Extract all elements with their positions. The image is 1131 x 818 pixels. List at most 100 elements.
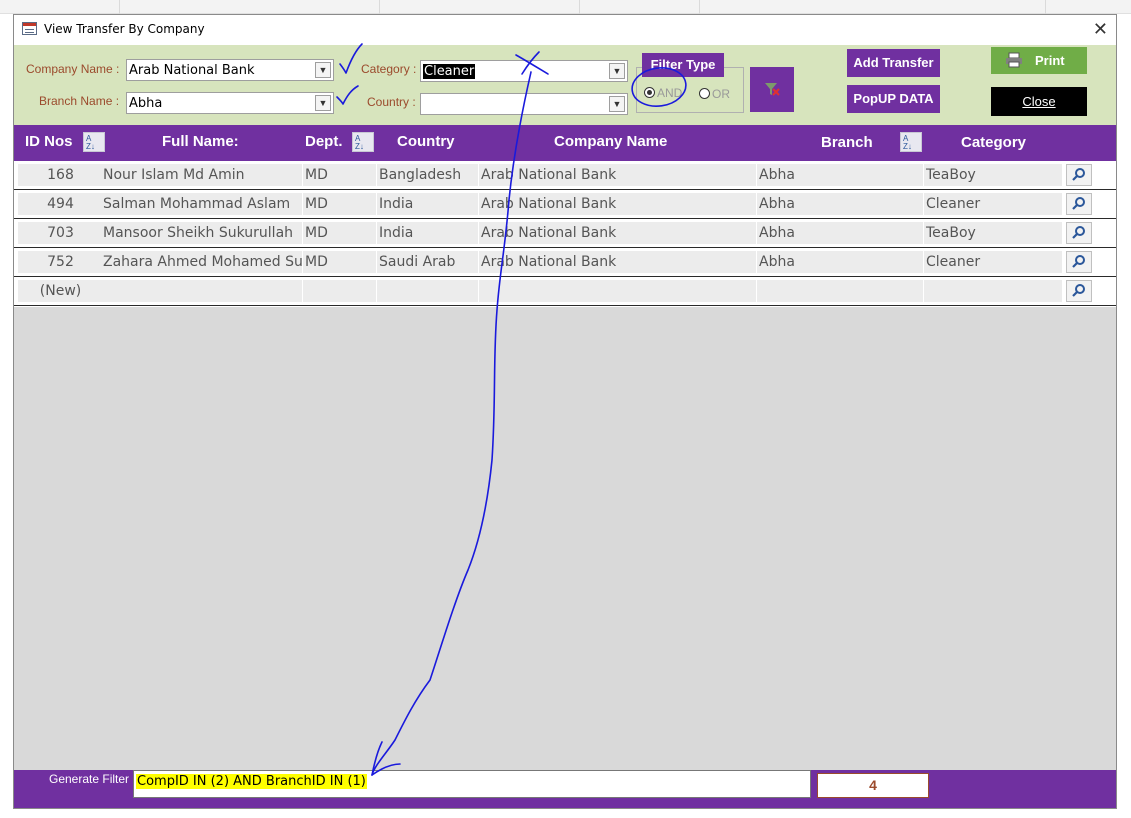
add-transfer-button[interactable]: Add Transfer <box>847 49 940 77</box>
or-radio[interactable]: OR <box>699 87 730 101</box>
cell-country[interactable]: Bangladesh <box>377 164 478 186</box>
table-row[interactable]: 752 Zahara Ahmed Mohamed Sulta MD Saudi Ara… <box>14 248 1116 277</box>
clear-filter-button[interactable] <box>750 67 794 112</box>
search-icon[interactable] <box>1066 193 1092 215</box>
form-icon <box>22 22 37 35</box>
sort-az-icon[interactable]: A Z↓ <box>83 132 105 152</box>
form-window: View Transfer By Company ✕ Company Name … <box>13 14 1117 809</box>
search-icon[interactable] <box>1066 164 1092 186</box>
generate-filter-label: Generate Filter <box>49 772 130 786</box>
cell-company[interactable]: Arab National Bank <box>479 222 756 244</box>
ribbon-group <box>700 0 1046 14</box>
column-header: ID Nos A Z↓ Full Name: Dept. A Z↓ Country … <box>14 125 1116 161</box>
cell-name[interactable]: Nour Islam Md Amin <box>101 164 302 186</box>
chevron-down-icon[interactable]: ▼ <box>609 96 625 112</box>
generate-filter-field[interactable]: CompID IN (2) AND BranchID IN (1) <box>133 770 811 798</box>
cell-name[interactable]: Zahara Ahmed Mohamed Sulta <box>101 251 302 273</box>
chevron-down-icon[interactable]: ▼ <box>609 63 625 79</box>
col-id: ID Nos <box>25 133 73 150</box>
radio-unselected-icon <box>699 88 710 99</box>
print-button[interactable]: Print <box>991 47 1087 74</box>
cell-category[interactable]: Cleaner <box>924 251 1062 273</box>
cell-dept[interactable]: MD <box>303 251 376 273</box>
ribbon-group <box>120 0 380 14</box>
col-category: Category <box>961 134 1027 151</box>
cell-id[interactable]: (New) <box>18 280 101 302</box>
company-value: Arab National Bank <box>129 63 255 78</box>
cell-category[interactable]: Cleaner <box>924 193 1062 215</box>
ribbon-group <box>580 0 700 14</box>
cell-category[interactable] <box>924 280 1062 302</box>
sort-az-icon[interactable]: A Z↓ <box>900 132 922 152</box>
branch-label: Branch Name : <box>39 94 120 108</box>
cell-company[interactable]: Arab National Bank <box>479 164 756 186</box>
branch-combo[interactable]: Abha ▼ <box>126 92 334 114</box>
country-combo[interactable]: ▼ <box>420 93 628 115</box>
table-row[interactable]: 494 Salman Mohammad Aslam MD India Arab Nati… <box>14 190 1116 219</box>
cell-country[interactable]: India <box>377 222 478 244</box>
and-radio[interactable]: AND <box>644 86 682 100</box>
cell-id[interactable]: 703 <box>18 222 101 244</box>
cell-country[interactable]: Saudi Arab <box>377 251 478 273</box>
cell-branch[interactable]: Abha <box>757 193 923 215</box>
cell-country[interactable] <box>377 280 478 302</box>
sort-az-icon[interactable]: A Z↓ <box>352 132 374 152</box>
cell-company[interactable]: Arab National Bank <box>479 193 756 215</box>
category-label: Category : <box>361 62 417 76</box>
search-icon[interactable] <box>1066 251 1092 273</box>
chevron-down-icon[interactable]: ▼ <box>315 62 331 78</box>
col-branch: Branch <box>821 134 873 151</box>
title-bar: View Transfer By Company ✕ <box>14 15 1116 45</box>
popup-data-button[interactable]: PopUP DATA <box>847 85 940 113</box>
printer-icon <box>1006 52 1022 68</box>
category-combo[interactable]: Cleaner ▼ <box>420 60 628 82</box>
cell-dept[interactable]: MD <box>303 222 376 244</box>
close-button[interactable]: Close <box>991 87 1087 116</box>
cell-branch[interactable]: Abha <box>757 164 923 186</box>
cell-company[interactable] <box>479 280 756 302</box>
ribbon-remnant <box>0 0 1131 14</box>
cell-name[interactable]: Mansoor Sheikh Sukurullah <box>101 222 302 244</box>
col-dept: Dept. <box>305 133 343 150</box>
new-record-row[interactable]: (New) <box>14 277 1116 306</box>
print-label: Print <box>1035 53 1065 68</box>
cell-company[interactable]: Arab National Bank <box>479 251 756 273</box>
or-radio-label: OR <box>712 87 730 101</box>
cell-id[interactable]: 752 <box>18 251 101 273</box>
company-combo[interactable]: Arab National Bank ▼ <box>126 59 334 81</box>
ribbon-group <box>380 0 580 14</box>
table-row[interactable]: 168 Nour Islam Md Amin MD Bangladesh Arab Na… <box>14 161 1116 190</box>
cell-category[interactable]: TeaBoy <box>924 222 1062 244</box>
col-country: Country <box>397 133 455 150</box>
cell-id[interactable]: 168 <box>18 164 101 186</box>
cell-country[interactable]: India <box>377 193 478 215</box>
cell-branch[interactable]: Abha <box>757 251 923 273</box>
cell-name[interactable]: Salman Mohammad Aslam <box>101 193 302 215</box>
cell-dept[interactable]: MD <box>303 193 376 215</box>
chevron-down-icon[interactable]: ▼ <box>315 95 331 111</box>
search-icon[interactable] <box>1066 222 1092 244</box>
category-value: Cleaner <box>423 64 476 79</box>
footer-bar: Generate Filter CompID IN (2) AND Branch… <box>14 770 1116 808</box>
cell-name[interactable] <box>101 280 302 302</box>
grid-empty-area <box>14 307 1116 770</box>
close-icon[interactable]: ✕ <box>1093 19 1108 40</box>
search-icon[interactable] <box>1066 280 1092 302</box>
radio-selected-icon <box>644 87 655 98</box>
and-radio-label: AND <box>657 86 683 100</box>
filter-type-label: Filter Type <box>642 53 724 77</box>
ribbon-group <box>0 0 120 14</box>
cell-category[interactable]: TeaBoy <box>924 164 1062 186</box>
window-title: View Transfer By Company <box>44 22 205 36</box>
generate-filter-text: CompID IN (2) AND BranchID IN (1) <box>136 774 367 789</box>
category-value-wrap: Cleaner <box>423 64 476 79</box>
cell-id[interactable]: 494 <box>18 193 101 215</box>
cell-dept[interactable]: MD <box>303 164 376 186</box>
branch-value: Abha <box>129 96 163 111</box>
country-label: Country : <box>367 95 416 109</box>
cell-branch[interactable]: Abha <box>757 222 923 244</box>
cell-branch[interactable] <box>757 280 923 302</box>
filter-panel: Company Name : Arab National Bank ▼ Bran… <box>14 45 1116 125</box>
table-row[interactable]: 703 Mansoor Sheikh Sukurullah MD India Arab … <box>14 219 1116 248</box>
cell-dept[interactable] <box>303 280 376 302</box>
